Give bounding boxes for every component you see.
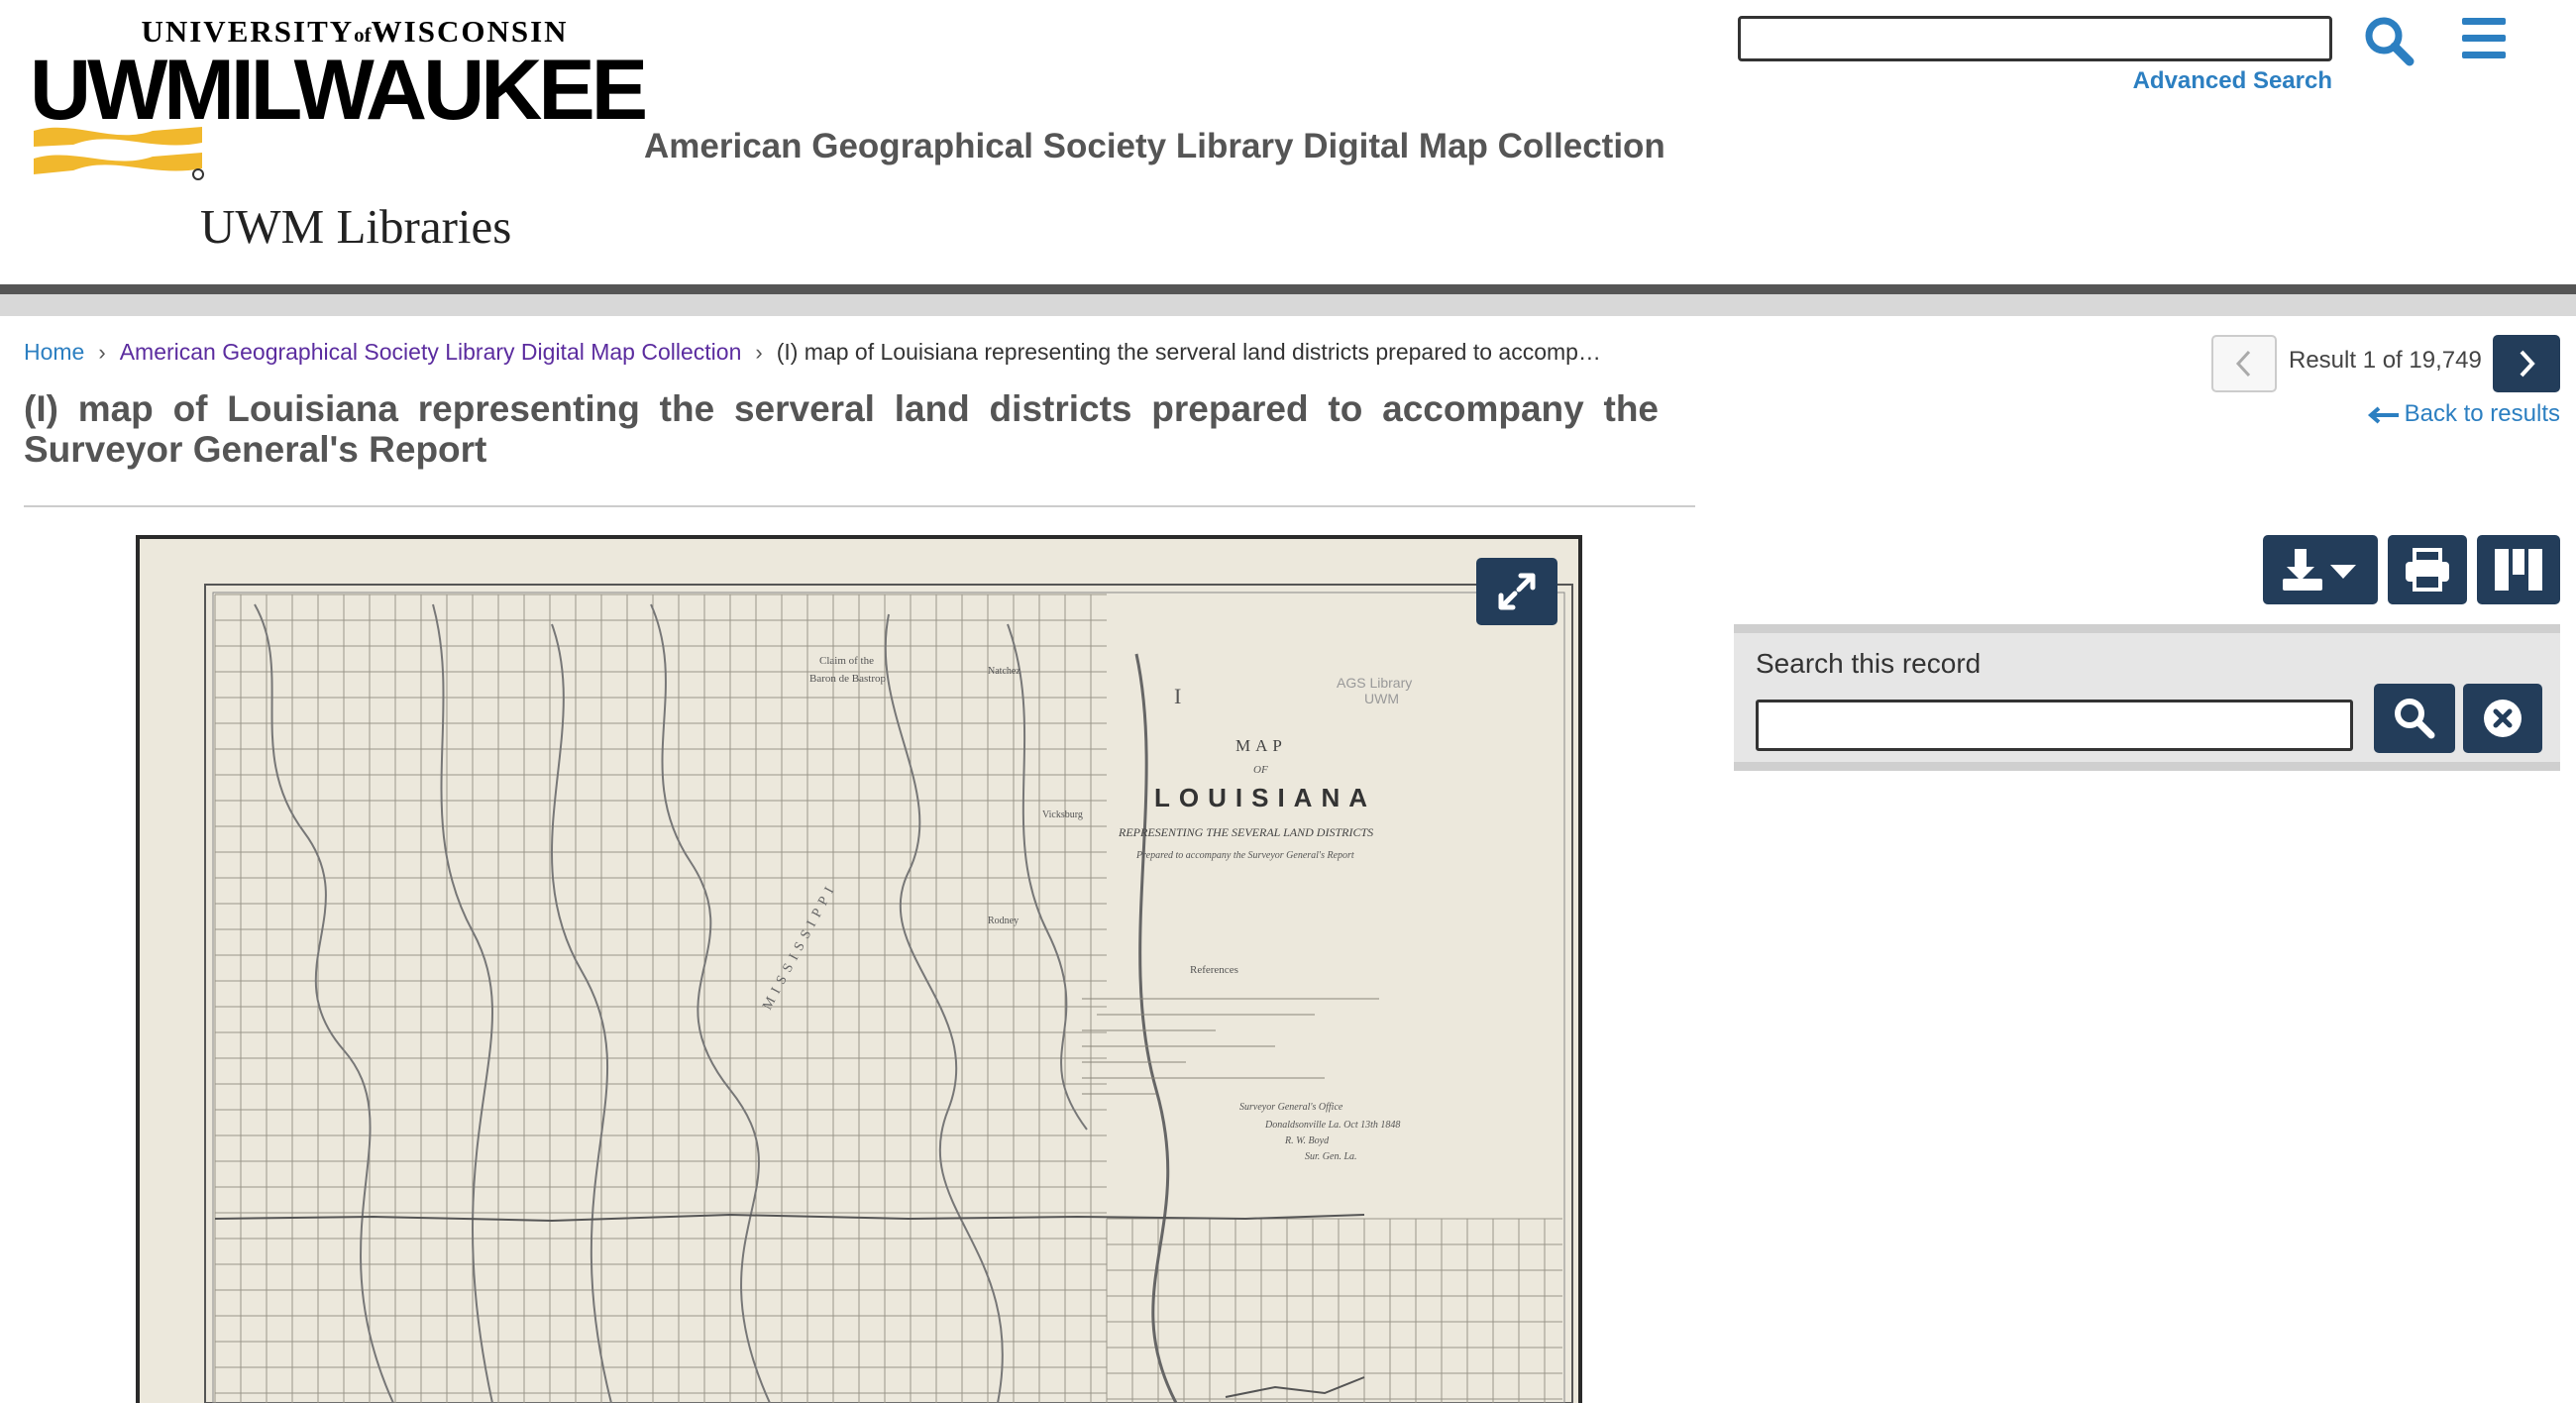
svg-text:REPRESENTING THE SEVERAL LAND: REPRESENTING THE SEVERAL LAND DISTRICTS <box>1118 825 1373 839</box>
title-divider <box>24 505 1695 507</box>
logo-libraries-text[interactable]: UWM Libraries <box>200 198 511 255</box>
logo-wordmark[interactable]: UWMILWAUKEE <box>30 48 648 133</box>
svg-text:UWM: UWM <box>1364 691 1399 706</box>
map-image[interactable]: Claim of the Baron de Bastrop I AGS Libr… <box>136 535 1582 1403</box>
fullscreen-button[interactable] <box>1476 558 1557 625</box>
svg-text:Donaldsonville La. Oct 13th 18: Donaldsonville La. Oct 13th 1848 <box>1264 1120 1400 1131</box>
header-divider-light <box>0 294 2576 316</box>
record-search-button[interactable] <box>2374 684 2455 753</box>
breadcrumb: Home › American Geographical Society Libra… <box>24 339 1601 366</box>
record-search-input[interactable] <box>1756 700 2353 751</box>
next-result-button[interactable] <box>2493 335 2560 392</box>
download-button[interactable] <box>2263 535 2378 604</box>
back-to-results-link[interactable]: Back to results <box>2358 400 2560 428</box>
svg-text:AGS Library: AGS Library <box>1337 675 1412 691</box>
arrow-left-icon <box>2367 406 2399 424</box>
chevron-right-icon: › <box>98 340 106 365</box>
back-to-results-label: Back to results <box>2404 400 2560 427</box>
svg-text:Surveyor General's Office: Surveyor General's Office <box>1239 1102 1343 1113</box>
caret-down-icon <box>2330 565 2356 579</box>
svg-text:OF: OF <box>1253 764 1268 776</box>
search-input[interactable] <box>1738 16 2332 61</box>
hamburger-menu-icon <box>2459 18 2509 58</box>
record-title: (I) map of Louisiana representing the se… <box>24 388 1659 470</box>
download-icon <box>2283 549 2356 591</box>
svg-text:References: References <box>1190 964 1238 976</box>
result-counter: Result 1 of 19,749 <box>2289 347 2482 374</box>
svg-text:Baron de Bastrop: Baron de Bastrop <box>809 673 886 685</box>
record-search-label: Search this record <box>1756 648 1982 679</box>
site-header: UNIVERSITYofWISCONSIN UWMILWAUKEE UWM Li… <box>0 0 2576 284</box>
svg-text:R. W. Boyd: R. W. Boyd <box>1284 1135 1330 1146</box>
svg-text:Sur. Gen. La.: Sur. Gen. La. <box>1305 1151 1357 1162</box>
svg-text:Rodney: Rodney <box>988 916 1019 926</box>
columns-button[interactable] <box>2477 535 2560 604</box>
search-icon <box>2395 699 2435 739</box>
breadcrumb-home-link[interactable]: Home <box>24 339 84 365</box>
chevron-right-icon: › <box>755 340 763 365</box>
print-button[interactable] <box>2388 535 2467 604</box>
print-icon <box>2406 548 2449 592</box>
search-button[interactable] <box>2362 14 2417 69</box>
svg-text:Claim of the: Claim of the <box>819 655 874 667</box>
expand-arrows-icon <box>1498 573 1536 610</box>
record-search-clear-button[interactable] <box>2463 684 2542 753</box>
logo-gold-waves-icon <box>34 127 204 180</box>
previous-result-button[interactable] <box>2211 335 2277 392</box>
svg-text:MAP: MAP <box>1235 736 1287 755</box>
breadcrumb-current: (I) map of Louisiana representing the se… <box>776 339 1601 365</box>
svg-text:Natchez: Natchez <box>988 666 1020 677</box>
svg-text:LOUISIANA: LOUISIANA <box>1154 783 1376 812</box>
svg-text:I: I <box>1174 684 1181 708</box>
advanced-search-link[interactable]: Advanced Search <box>2061 67 2332 95</box>
close-circle-icon <box>2484 700 2522 737</box>
chevron-left-icon <box>2235 350 2251 378</box>
map-image-viewer[interactable]: Claim of the Baron de Bastrop I AGS Libr… <box>136 535 1582 1403</box>
site-title[interactable]: American Geographical Society Library Di… <box>644 127 1665 166</box>
columns-icon <box>2495 549 2542 591</box>
header-divider <box>0 284 2576 294</box>
menu-button[interactable] <box>2459 18 2509 63</box>
breadcrumb-collection-link[interactable]: American Geographical Society Library Di… <box>120 339 742 365</box>
svg-text:Vicksburg: Vicksburg <box>1042 809 1083 820</box>
chevron-right-icon <box>2520 350 2535 378</box>
svg-text:Prepared to accompany the Surv: Prepared to accompany the Surveyor Gener… <box>1135 850 1354 861</box>
search-icon <box>2365 17 2415 66</box>
